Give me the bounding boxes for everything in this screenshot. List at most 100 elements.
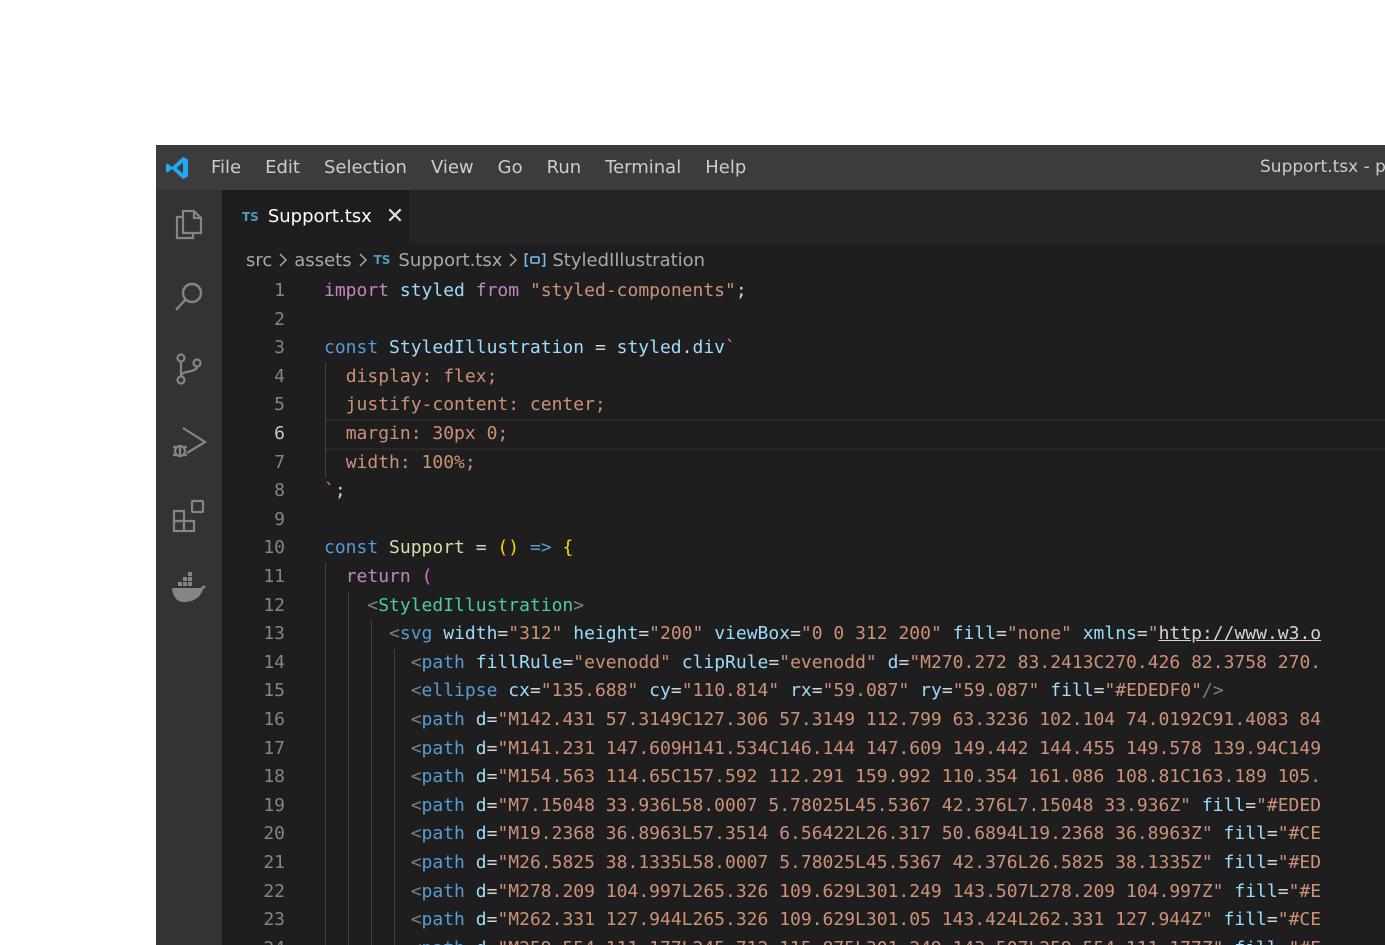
breadcrumb-src[interactable]: src bbox=[246, 250, 272, 271]
menu-help[interactable]: Help bbox=[693, 145, 758, 190]
line-number: 4 bbox=[274, 365, 285, 387]
line-number: 14 bbox=[263, 651, 285, 673]
code-line[interactable]: 16 <path d="M142.431 57.3149C127.306 57.… bbox=[222, 706, 1385, 735]
code-text: <path d="M26.5825 38.1335L58.0007 5.7802… bbox=[410, 852, 1322, 873]
code-text: return ( bbox=[345, 566, 433, 587]
code-text: display: flex; bbox=[345, 365, 498, 387]
code-line[interactable]: 13 <svg width="312" height="200" viewBox… bbox=[222, 620, 1385, 649]
line-number: 7 bbox=[274, 451, 285, 473]
chevron-right-icon bbox=[278, 252, 288, 268]
menu-file[interactable]: File bbox=[199, 145, 253, 190]
title-bar: File Edit Selection View Go Run Terminal… bbox=[156, 145, 1385, 190]
code-line[interactable]: 24 <path d="M259.554 111.177L245.712 115… bbox=[222, 934, 1385, 945]
code-text: <path d="M154.563 114.65C157.592 112.291… bbox=[410, 766, 1322, 788]
line-number: 5 bbox=[274, 394, 285, 416]
line-number: 24 bbox=[222, 935, 285, 945]
line-number: 3 bbox=[274, 337, 285, 359]
line-number: 12 bbox=[263, 594, 285, 616]
code-line[interactable]: 5 justify-content: center; bbox=[222, 391, 1385, 420]
line-number: 13 bbox=[263, 623, 285, 645]
code-text: <path d="M142.431 57.3149C127.306 57.314… bbox=[410, 709, 1322, 730]
code-line[interactable]: 8 `; bbox=[222, 477, 1385, 506]
chevron-right-icon bbox=[508, 252, 518, 268]
code-line[interactable]: 15 <ellipse cx="135.688" cy="110.814" rx… bbox=[222, 677, 1385, 706]
code-text: <path fillRule="evenodd" clipRule="eveno… bbox=[410, 651, 1322, 673]
code-line[interactable]: 10 const Support = () => { bbox=[222, 534, 1385, 563]
code-text: const Support = () => { bbox=[324, 537, 574, 559]
code-line[interactable]: 11 return ( bbox=[222, 563, 1385, 592]
code-text: <path d="M19.2368 36.8963L57.3514 6.5642… bbox=[410, 823, 1322, 845]
breadcrumb-file[interactable]: Support.tsx bbox=[398, 250, 502, 271]
tab-bar: TS Support.tsx ✕ bbox=[222, 190, 1385, 243]
code-line[interactable]: 14 <path fillRule="evenodd" clipRule="ev… bbox=[222, 648, 1385, 678]
code-line[interactable]: 19 <path d="M7.15048 33.936L58.0007 5.78… bbox=[222, 791, 1385, 821]
window-title: Support.tsx - ph bbox=[1260, 157, 1385, 177]
line-number: 18 bbox=[263, 766, 285, 788]
code-text: <path d="M141.231 147.609H141.534C146.14… bbox=[410, 737, 1322, 759]
line-number: 22 bbox=[263, 880, 285, 902]
code-line[interactable]: 9 bbox=[222, 506, 1385, 535]
code-line[interactable]: 1 import styled from "styled-components"; bbox=[222, 277, 1385, 306]
code-editor[interactable]: 1 import styled from "styled-components";… bbox=[222, 277, 1385, 945]
line-number: 19 bbox=[263, 794, 285, 816]
line-number: 11 bbox=[263, 566, 285, 587]
code-line[interactable]: 23 <path d="M262.331 127.944L265.326 109… bbox=[222, 906, 1385, 935]
vscode-logo-icon bbox=[164, 155, 190, 181]
code-line[interactable]: 6 margin: 30px 0; bbox=[222, 420, 1385, 449]
code-line[interactable]: 4 display: flex; bbox=[222, 362, 1385, 392]
code-line[interactable]: 18 <path d="M154.563 114.65C157.592 112.… bbox=[222, 763, 1385, 792]
line-number: 8 bbox=[274, 480, 285, 502]
line-number: 20 bbox=[263, 823, 285, 845]
code-line[interactable]: 22 <path d="M278.209 104.997L265.326 109… bbox=[222, 877, 1385, 907]
menu-view[interactable]: View bbox=[419, 145, 486, 190]
menu-terminal[interactable]: Terminal bbox=[593, 145, 693, 190]
menu-run[interactable]: Run bbox=[535, 145, 594, 190]
tab-support-tsx[interactable]: TS Support.tsx ✕ bbox=[222, 190, 410, 243]
breadcrumb-symbol[interactable]: StyledIllustration bbox=[552, 250, 705, 271]
code-line[interactable]: 3 const StyledIllustration = styled.div` bbox=[222, 334, 1385, 363]
activity-bar bbox=[156, 190, 222, 945]
code-text: <path d="M278.209 104.997L265.326 109.62… bbox=[410, 880, 1322, 902]
run-debug-icon[interactable] bbox=[167, 420, 211, 464]
code-text: justify-content: center; bbox=[345, 394, 606, 416]
line-number: 9 bbox=[274, 508, 285, 530]
code-text: width: 100%; bbox=[345, 451, 476, 473]
line-number: 6 bbox=[274, 423, 285, 444]
code-text: import styled from "styled-components"; bbox=[324, 280, 747, 301]
chevron-right-icon bbox=[358, 252, 368, 268]
search-icon[interactable] bbox=[167, 275, 211, 319]
code-text: <StyledIllustration> bbox=[367, 594, 585, 616]
line-number: 16 bbox=[263, 709, 285, 730]
breadcrumb-assets[interactable]: assets bbox=[294, 250, 351, 271]
line-number: 2 bbox=[274, 308, 285, 330]
line-number: 10 bbox=[263, 537, 285, 559]
typescript-file-icon: TS bbox=[373, 253, 391, 267]
docker-icon[interactable] bbox=[167, 566, 211, 610]
menu-go[interactable]: Go bbox=[486, 145, 535, 190]
line-number: 17 bbox=[263, 737, 285, 759]
breadcrumb: src assets TS Support.tsx StyledIllustra… bbox=[246, 245, 705, 275]
code-line[interactable]: 2 bbox=[222, 306, 1385, 335]
menu-selection[interactable]: Selection bbox=[312, 145, 419, 190]
menu-edit[interactable]: Edit bbox=[253, 145, 312, 190]
line-number: 21 bbox=[263, 852, 285, 873]
code-text: `; bbox=[324, 480, 346, 502]
code-line[interactable]: 17 <path d="M141.231 147.609H141.534C146… bbox=[222, 734, 1385, 764]
typescript-file-icon: TS bbox=[242, 209, 259, 224]
menu-bar: File Edit Selection View Go Run Terminal… bbox=[199, 145, 758, 190]
extensions-icon[interactable] bbox=[167, 493, 211, 537]
code-line[interactable]: 12 <StyledIllustration> bbox=[222, 591, 1385, 621]
line-number: 1 bbox=[274, 280, 285, 301]
close-icon[interactable]: ✕ bbox=[386, 205, 404, 227]
code-line[interactable]: 20 <path d="M19.2368 36.8963L57.3514 6.5… bbox=[222, 820, 1385, 849]
explorer-icon[interactable] bbox=[167, 202, 211, 246]
source-control-icon[interactable] bbox=[167, 347, 211, 391]
code-line[interactable]: 21 <path d="M26.5825 38.1335L58.0007 5.7… bbox=[222, 849, 1385, 878]
code-text: const StyledIllustration = styled.div` bbox=[324, 337, 736, 359]
code-line[interactable]: 7 width: 100%; bbox=[222, 448, 1385, 478]
code-text: <svg width="312" height="200" viewBox="0… bbox=[389, 623, 1322, 645]
code-text: <path d="M262.331 127.944L265.326 109.62… bbox=[410, 909, 1322, 931]
vscode-window: File Edit Selection View Go Run Terminal… bbox=[156, 145, 1385, 945]
line-number: 15 bbox=[263, 680, 285, 702]
code-text: <path d="M7.15048 33.936L58.0007 5.78025… bbox=[410, 794, 1322, 816]
